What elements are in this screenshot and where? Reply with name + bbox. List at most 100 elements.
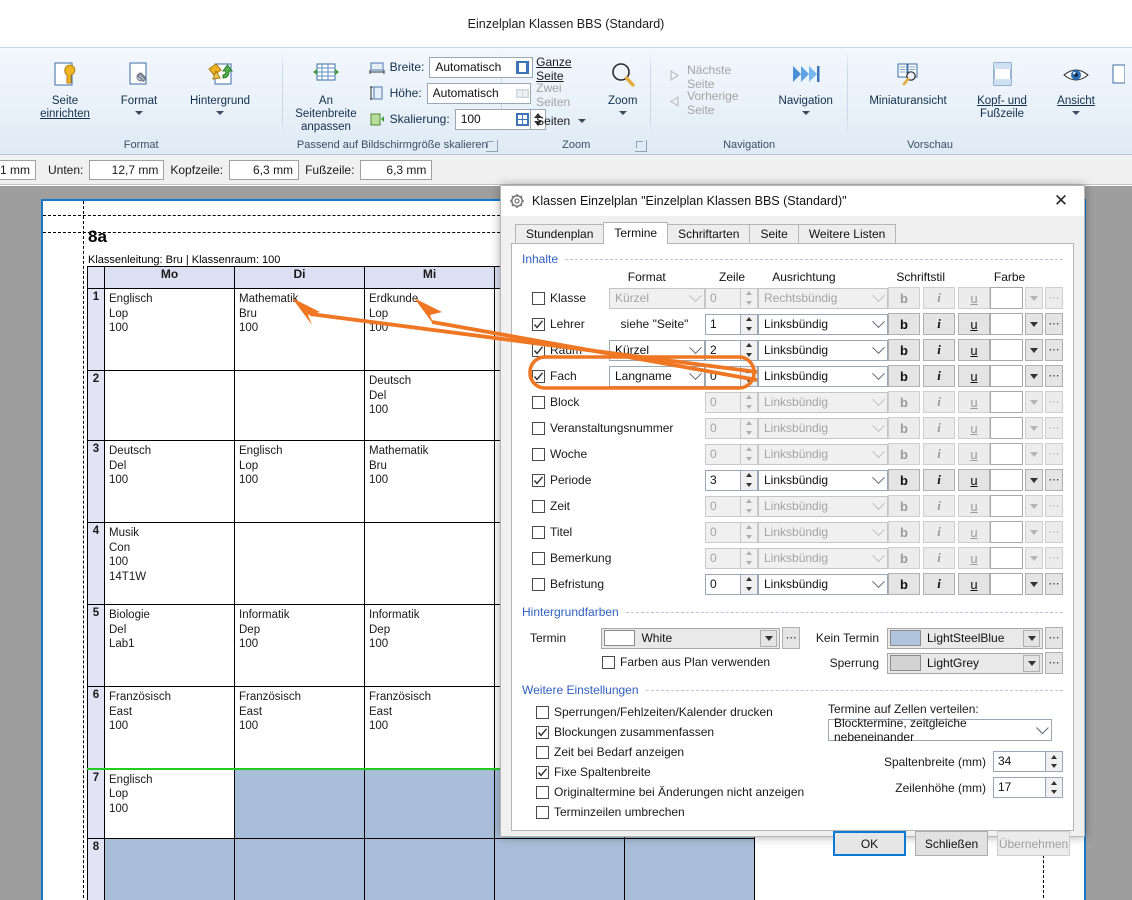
italic-button[interactable]: i bbox=[923, 547, 955, 569]
underline-button[interactable]: u bbox=[958, 365, 990, 387]
color-swatch[interactable] bbox=[990, 417, 1023, 439]
background-chevron-down-icon[interactable] bbox=[216, 111, 224, 115]
bold-button[interactable]: b bbox=[888, 547, 920, 569]
spaltenbreite-input[interactable]: 34 bbox=[993, 751, 1046, 772]
whole-page-button[interactable]: Ganze Seite bbox=[512, 55, 597, 83]
ausrichtung-select[interactable]: Linksbündig bbox=[758, 573, 888, 595]
margin-header-field[interactable]: 6,3 mm bbox=[229, 159, 300, 180]
underline-button[interactable]: u bbox=[958, 521, 990, 543]
ausrichtung-select[interactable]: Linksbündig bbox=[758, 417, 888, 439]
color-more-button[interactable]: ⋯ bbox=[1045, 417, 1063, 439]
color-more-button[interactable]: ⋯ bbox=[1045, 443, 1063, 465]
more-preview-button[interactable] bbox=[1110, 52, 1126, 94]
termin-color-more-button[interactable]: ⋯ bbox=[782, 627, 800, 649]
zeile-input[interactable]: 0 bbox=[705, 365, 741, 387]
color-more-button[interactable]: ⋯ bbox=[1045, 313, 1063, 335]
bold-button[interactable]: b bbox=[888, 287, 920, 309]
checkbox-unchecked[interactable] bbox=[536, 745, 549, 759]
setting-checkbox-row[interactable]: Blockungen zusammenfassen bbox=[536, 722, 822, 742]
fit-to-page-width-button[interactable]: An Seitenbreite anpassen bbox=[293, 52, 358, 136]
setting-checkbox-row[interactable]: Sperrungen/Fehlzeiten/Kalender drucken bbox=[536, 702, 822, 722]
sperrung-color-more-button[interactable]: ⋯ bbox=[1045, 652, 1063, 674]
color-dropdown-button[interactable] bbox=[1025, 365, 1043, 387]
next-page-button[interactable]: Nächste Seite bbox=[665, 63, 764, 91]
color-more-button[interactable]: ⋯ bbox=[1045, 573, 1063, 595]
inhalte-row-lehrer[interactable]: Lehrer bbox=[532, 317, 621, 331]
zeile-stepper[interactable] bbox=[741, 443, 758, 465]
inhalte-row-bemerkung[interactable]: Bemerkung bbox=[532, 551, 621, 565]
italic-button[interactable]: i bbox=[923, 287, 955, 309]
bold-button[interactable]: b bbox=[888, 313, 920, 335]
ausrichtung-select[interactable]: Linksbündig bbox=[758, 313, 888, 335]
checkbox-unchecked[interactable] bbox=[532, 447, 545, 461]
underline-button[interactable]: u bbox=[958, 547, 990, 569]
pages-button[interactable]: Seiten bbox=[512, 108, 597, 134]
zoom-dialog-launcher[interactable] bbox=[635, 140, 648, 152]
pages-chevron-down-icon[interactable] bbox=[578, 119, 587, 123]
header-footer-button[interactable]: Kopf- und Fußzeile bbox=[962, 52, 1042, 123]
zeile-stepper[interactable] bbox=[741, 417, 758, 439]
distribute-select[interactable]: Blocktermine, zeitgleiche nebeneinander bbox=[828, 716, 1052, 744]
color-dropdown-button[interactable] bbox=[1025, 495, 1043, 517]
bold-button[interactable]: b bbox=[888, 391, 920, 413]
zoom-button[interactable]: Zoom bbox=[601, 52, 644, 117]
italic-button[interactable]: i bbox=[923, 417, 955, 439]
italic-button[interactable]: i bbox=[923, 469, 955, 491]
zeile-input[interactable]: 2 bbox=[705, 339, 741, 361]
zeile-stepper[interactable] bbox=[741, 391, 758, 413]
color-dropdown-button[interactable] bbox=[1025, 313, 1043, 335]
tab-weitere-listen[interactable]: Weitere Listen bbox=[797, 224, 897, 244]
color-swatch[interactable] bbox=[990, 573, 1023, 595]
bold-button[interactable]: b bbox=[888, 339, 920, 361]
zeile-input[interactable]: 0 bbox=[705, 391, 741, 413]
color-more-button[interactable]: ⋯ bbox=[1045, 391, 1063, 413]
color-dropdown-button[interactable] bbox=[1025, 417, 1043, 439]
zeile-stepper[interactable] bbox=[741, 313, 758, 335]
bold-button[interactable]: b bbox=[888, 417, 920, 439]
prev-page-button[interactable]: Vorherige Seite bbox=[665, 89, 764, 117]
ausrichtung-select[interactable]: Rechtsbündig bbox=[758, 287, 888, 309]
zeile-stepper[interactable] bbox=[741, 469, 758, 491]
margin-bottom-field[interactable]: 12,7 mm bbox=[89, 159, 165, 180]
checkbox-unchecked[interactable] bbox=[532, 395, 545, 409]
zeile-input[interactable]: 0 bbox=[705, 443, 741, 465]
color-more-button[interactable]: ⋯ bbox=[1045, 287, 1063, 309]
checkbox-unchecked[interactable] bbox=[536, 805, 549, 819]
zeile-input[interactable]: 1 bbox=[705, 313, 741, 335]
margin-left-field[interactable]: 0,1 mm bbox=[0, 159, 36, 180]
tab-schriftarten[interactable]: Schriftarten bbox=[667, 224, 751, 244]
underline-button[interactable]: u bbox=[958, 573, 990, 595]
setting-checkbox-row[interactable]: Originaltermine bei Änderungen nicht anz… bbox=[536, 782, 822, 802]
sperrung-color-select[interactable]: LightGrey bbox=[887, 652, 1043, 674]
bold-button[interactable]: b bbox=[888, 495, 920, 517]
checkbox-checked[interactable] bbox=[532, 317, 545, 331]
italic-button[interactable]: i bbox=[923, 365, 955, 387]
color-more-button[interactable]: ⋯ bbox=[1045, 339, 1063, 361]
zeile-stepper[interactable] bbox=[741, 521, 758, 543]
format-select[interactable]: Langname bbox=[609, 365, 705, 387]
inhalte-row-befristung[interactable]: Befristung bbox=[532, 577, 621, 591]
color-dropdown-button[interactable] bbox=[1025, 547, 1043, 569]
page-setup-button[interactable]: Seite einrichten bbox=[30, 52, 100, 123]
format-select[interactable]: Kürzel bbox=[609, 287, 705, 309]
setting-checkbox-row[interactable]: Zeit bei Bedarf anzeigen bbox=[536, 742, 822, 762]
ausrichtung-select[interactable]: Linksbündig bbox=[758, 547, 888, 569]
zeile-input[interactable]: 0 bbox=[705, 495, 741, 517]
color-dropdown-button[interactable] bbox=[1025, 339, 1043, 361]
color-swatch[interactable] bbox=[990, 521, 1023, 543]
checkbox-unchecked[interactable] bbox=[532, 577, 545, 591]
color-swatch[interactable] bbox=[990, 339, 1023, 361]
inhalte-row-fach[interactable]: Fach bbox=[532, 369, 609, 383]
ok-button[interactable]: OK bbox=[833, 831, 906, 856]
italic-button[interactable]: i bbox=[923, 521, 955, 543]
checkbox-unchecked[interactable] bbox=[532, 525, 545, 539]
zeile-input[interactable]: 3 bbox=[705, 469, 741, 491]
color-swatch[interactable] bbox=[990, 469, 1023, 491]
color-dropdown-button[interactable] bbox=[1025, 469, 1043, 491]
setting-checkbox-row[interactable]: Terminzeilen umbrechen bbox=[536, 802, 822, 822]
color-more-button[interactable]: ⋯ bbox=[1045, 365, 1063, 387]
color-more-button[interactable]: ⋯ bbox=[1045, 495, 1063, 517]
color-dropdown-button[interactable] bbox=[1025, 287, 1043, 309]
zeile-input[interactable]: 0 bbox=[705, 547, 741, 569]
checkbox-unchecked[interactable] bbox=[532, 499, 545, 513]
